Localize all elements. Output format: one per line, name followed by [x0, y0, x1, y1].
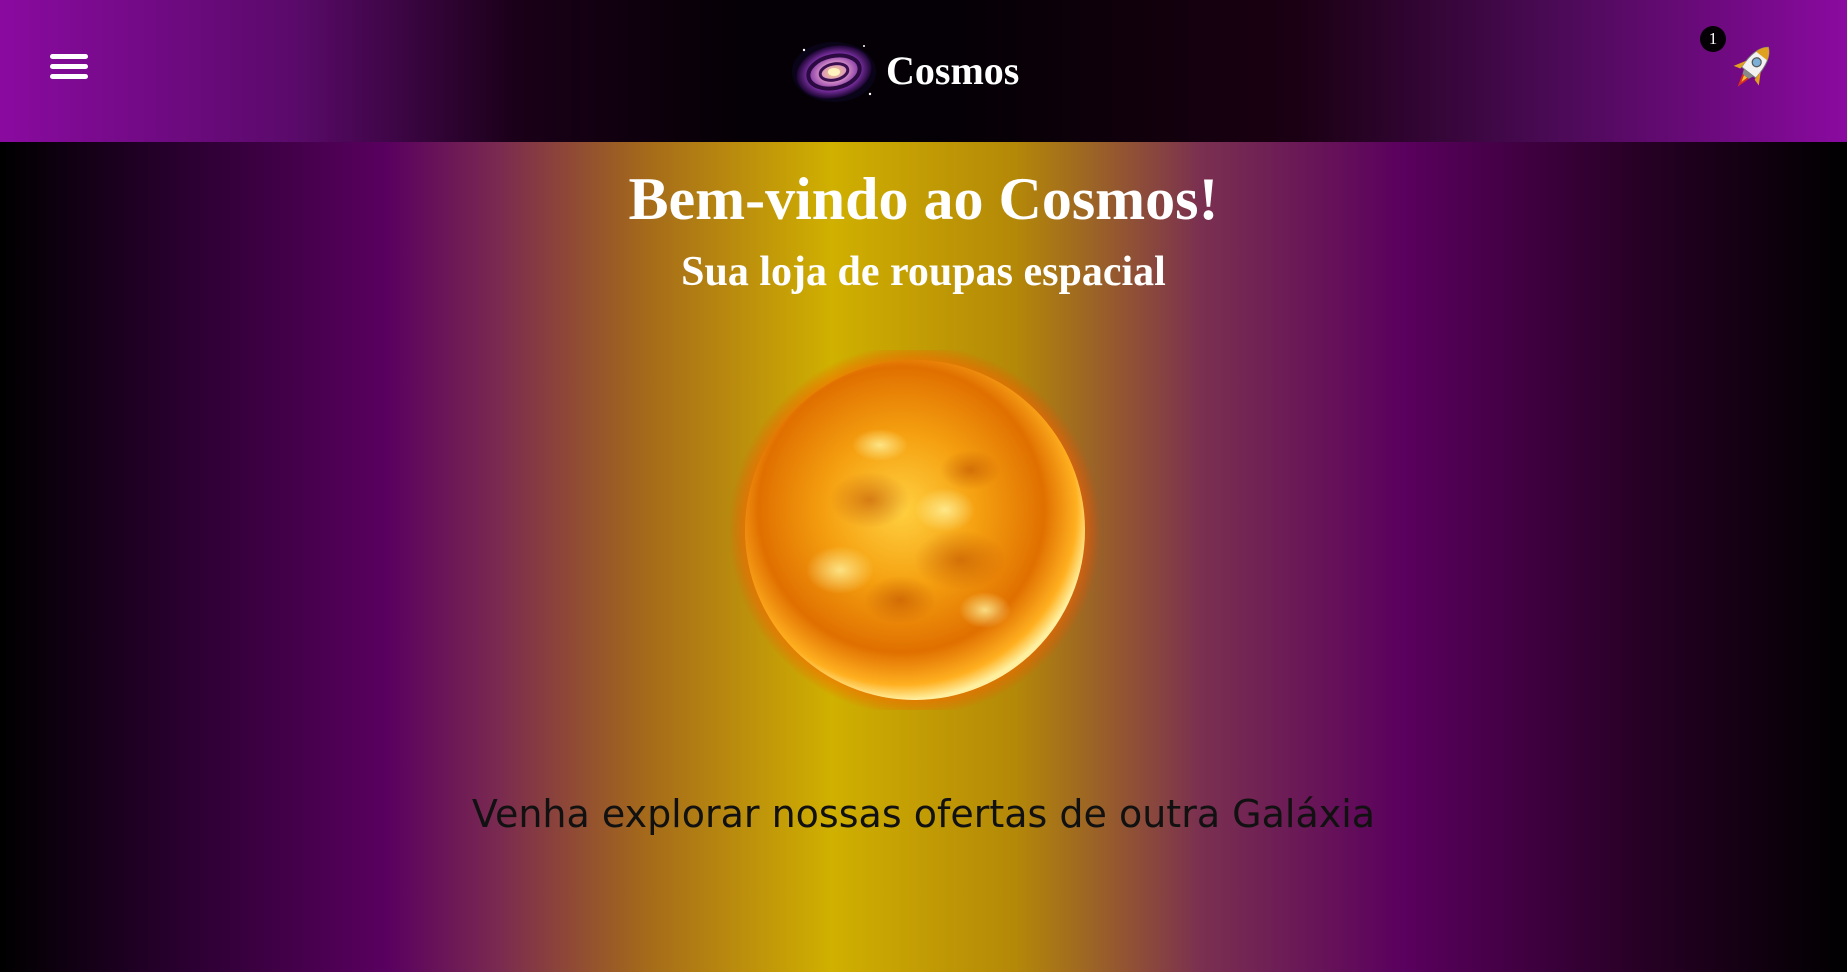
- cart-count-badge: 1: [1700, 26, 1726, 52]
- brand-home-link[interactable]: Cosmos: [790, 36, 1019, 106]
- menu-bar-line: [50, 54, 88, 59]
- menu-bar-line: [50, 64, 88, 69]
- top-header: Cosmos 1: [0, 0, 1847, 142]
- brand-name: Cosmos: [886, 48, 1020, 93]
- sun-image: [730, 350, 1100, 710]
- welcome-subtitle: Sua loja de roupas espacial: [681, 249, 1166, 295]
- galaxy-icon: [792, 42, 876, 102]
- cart-button[interactable]: 1: [1700, 24, 1780, 100]
- tagline-text: Venha explorar nossas ofertas de outra G…: [471, 792, 1376, 836]
- rocket-icon: [1733, 46, 1770, 87]
- menu-bar-line: [50, 74, 88, 79]
- hamburger-menu-button[interactable]: [46, 50, 92, 86]
- welcome-title: Bem-vindo ao Cosmos!: [628, 166, 1219, 232]
